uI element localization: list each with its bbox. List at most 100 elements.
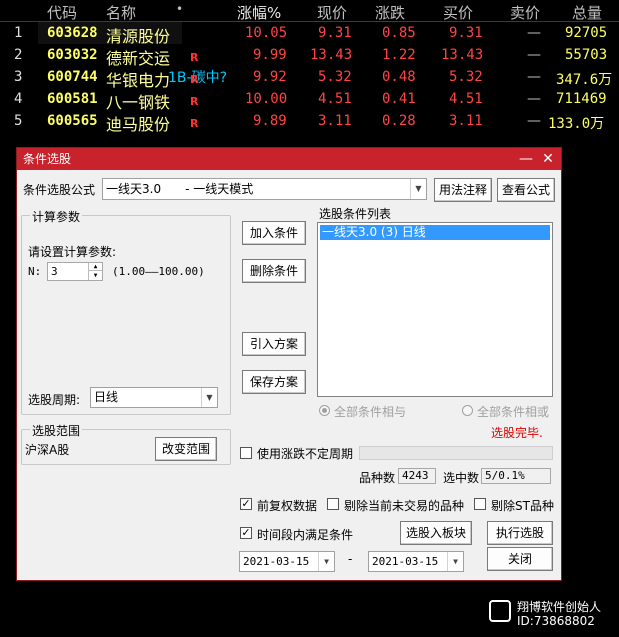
date-from-picker[interactable]: 2021-03-15 ▼ bbox=[239, 551, 335, 572]
n-label: N: bbox=[28, 265, 42, 278]
ask: — bbox=[527, 25, 541, 41]
selected-count: 5/0.1% bbox=[481, 468, 551, 484]
bid: 4.51 bbox=[449, 91, 483, 107]
scope-group-title: 选股范围 bbox=[30, 422, 83, 439]
change-pct: 9.99 bbox=[253, 47, 287, 63]
params-group-title: 计算参数 bbox=[30, 208, 83, 225]
price: 9.31 bbox=[318, 25, 352, 41]
row-index: 1 bbox=[14, 25, 23, 41]
change-scope-button[interactable]: 改变范围 bbox=[155, 437, 217, 461]
interval-checkbox[interactable]: ✓ bbox=[240, 527, 252, 539]
bid: 9.31 bbox=[449, 25, 483, 41]
change: 0.41 bbox=[382, 91, 416, 107]
dialog-title-bar[interactable]: 条件选股 — ✕ bbox=[17, 148, 561, 170]
col-dot[interactable]: • bbox=[176, 2, 183, 16]
stock-screener-dialog: 条件选股 — ✕ 条件选股公式 一线天3.0 - 一线天模式 ▼ 用法注释 查看… bbox=[16, 147, 562, 581]
interval-label: 时间段内满足条件 bbox=[257, 528, 354, 542]
run-screen-button[interactable]: 执行选股 bbox=[487, 521, 553, 545]
chevron-down-icon[interactable]: ▼ bbox=[410, 179, 426, 199]
change: 1.22 bbox=[382, 47, 416, 63]
price: 3.11 bbox=[318, 113, 352, 129]
condition-list-label: 选股条件列表 bbox=[319, 207, 392, 221]
condition-list[interactable]: 一线天3.0 (3) 日线 bbox=[317, 222, 553, 397]
stepper-down-icon[interactable]: ▼ bbox=[88, 271, 102, 280]
bid: 5.32 bbox=[449, 69, 483, 85]
date-to-picker[interactable]: 2021-03-15 ▼ bbox=[368, 551, 464, 572]
change-pct: 10.05 bbox=[245, 25, 288, 41]
period-label: 选股周期: bbox=[28, 393, 81, 407]
dialog-title: 条件选股 bbox=[23, 152, 72, 166]
save-plan-button[interactable]: 保存方案 bbox=[242, 370, 306, 394]
delete-condition-button[interactable]: 删除条件 bbox=[242, 259, 306, 283]
stock-name: 德新交运 bbox=[106, 49, 171, 68]
status-text: 选股完毕. bbox=[491, 426, 543, 440]
chevron-down-icon[interactable]: ▼ bbox=[318, 552, 334, 571]
watermark-logo-icon bbox=[489, 600, 511, 622]
volume: 92705 bbox=[565, 25, 608, 41]
usage-notes-button[interactable]: 用法注释 bbox=[434, 178, 492, 202]
pre-adjust-checkbox[interactable]: ✓ bbox=[240, 498, 252, 510]
stock-name: 迪马股份 bbox=[106, 115, 171, 134]
price: 5.32 bbox=[318, 69, 352, 85]
add-to-block-button[interactable]: 选股入板块 bbox=[400, 521, 472, 545]
period-select[interactable]: 日线 ▼ bbox=[90, 387, 218, 408]
price: 4.51 bbox=[318, 91, 352, 107]
table-row[interactable]: 1 603628 清源股份 10.05 9.31 0.85 9.31 — 927… bbox=[0, 23, 619, 46]
stock-code: 600744 bbox=[47, 69, 98, 85]
col-price[interactable]: 现价 bbox=[317, 2, 347, 23]
import-plan-button[interactable]: 引入方案 bbox=[242, 332, 306, 356]
n-stepper[interactable]: 3 ▲ ▼ bbox=[47, 262, 103, 281]
params-group: 计算参数 请设置计算参数: N: 3 ▲ ▼ (1.00——100.00) 选股… bbox=[21, 208, 231, 415]
chevron-down-icon[interactable]: ▼ bbox=[201, 388, 217, 407]
radio-and[interactable] bbox=[319, 405, 330, 416]
col-change[interactable]: 涨跌 bbox=[375, 2, 405, 23]
flag-r: R bbox=[190, 51, 199, 64]
radio-or[interactable] bbox=[462, 405, 473, 416]
change-pct: 10.00 bbox=[245, 91, 288, 107]
col-ask[interactable]: 卖价 bbox=[510, 2, 540, 23]
col-change-pct[interactable]: 涨幅% bbox=[237, 2, 281, 23]
formula-select[interactable]: 一线天3.0 - 一线天模式 ▼ bbox=[102, 178, 427, 200]
exclude-st-label: 剔除ST品种 bbox=[491, 499, 554, 513]
chevron-down-icon[interactable]: ▼ bbox=[447, 552, 463, 571]
uncertain-period-checkbox[interactable] bbox=[240, 447, 252, 459]
col-volume[interactable]: 总量 bbox=[572, 2, 602, 23]
row-index: 4 bbox=[14, 91, 23, 107]
col-bid[interactable]: 买价 bbox=[443, 2, 473, 23]
watermark-line1: 翔博软件创始人 bbox=[517, 600, 602, 614]
close-icon[interactable]: ✕ bbox=[539, 148, 557, 170]
progress-bar bbox=[359, 446, 553, 460]
change-pct: 9.92 bbox=[253, 69, 287, 85]
volume: 55703 bbox=[565, 47, 608, 63]
table-row[interactable]: 5 600565 迪马股份 R 9.89 3.11 0.28 3.11 — 13… bbox=[0, 111, 619, 134]
add-condition-button[interactable]: 加入条件 bbox=[242, 221, 306, 245]
list-item[interactable]: 一线天3.0 (3) 日线 bbox=[320, 225, 550, 240]
n-value: 3 bbox=[51, 265, 58, 278]
change: 0.28 bbox=[382, 113, 416, 129]
n-range: (1.00——100.00) bbox=[112, 265, 205, 278]
exclude-untraded-checkbox[interactable] bbox=[327, 498, 339, 510]
uncertain-period-label: 使用涨跌不定周期 bbox=[257, 447, 354, 461]
stock-code: 600565 bbox=[47, 113, 98, 129]
col-code[interactable]: 代码 bbox=[47, 2, 77, 23]
selected-count-label: 选中数 bbox=[443, 471, 480, 485]
stock-name: 华银电力 bbox=[106, 71, 171, 90]
table-row[interactable]: 2 603032 德新交运 R 9.99 13.43 1.22 13.43 — … bbox=[0, 45, 619, 68]
col-name[interactable]: 名称 bbox=[106, 2, 136, 23]
params-prompt: 请设置计算参数: bbox=[28, 245, 117, 259]
flag-r: R bbox=[190, 117, 199, 130]
period-value: 日线 bbox=[94, 390, 119, 404]
view-formula-button[interactable]: 查看公式 bbox=[497, 178, 555, 202]
stepper-up-icon[interactable]: ▲ bbox=[88, 263, 102, 271]
table-row[interactable]: 3 600744 华银电力 1B-碳中? R 9.92 5.32 0.48 5.… bbox=[0, 67, 619, 90]
table-row[interactable]: 4 600581 八一钢铁 R 10.00 4.51 0.41 4.51 — 7… bbox=[0, 89, 619, 112]
exclude-st-checkbox[interactable] bbox=[474, 498, 486, 510]
minimize-icon[interactable]: — bbox=[517, 148, 535, 170]
formula-value: 一线天3.0 - 一线天模式 bbox=[106, 182, 254, 196]
variety-count-label: 品种数 bbox=[359, 471, 396, 485]
ask: — bbox=[527, 69, 541, 85]
change-pct: 9.89 bbox=[253, 113, 287, 129]
date-from-value: 2021-03-15 bbox=[243, 555, 310, 568]
stock-name: 八一钢铁 bbox=[106, 93, 171, 112]
close-button[interactable]: 关闭 bbox=[487, 547, 553, 571]
